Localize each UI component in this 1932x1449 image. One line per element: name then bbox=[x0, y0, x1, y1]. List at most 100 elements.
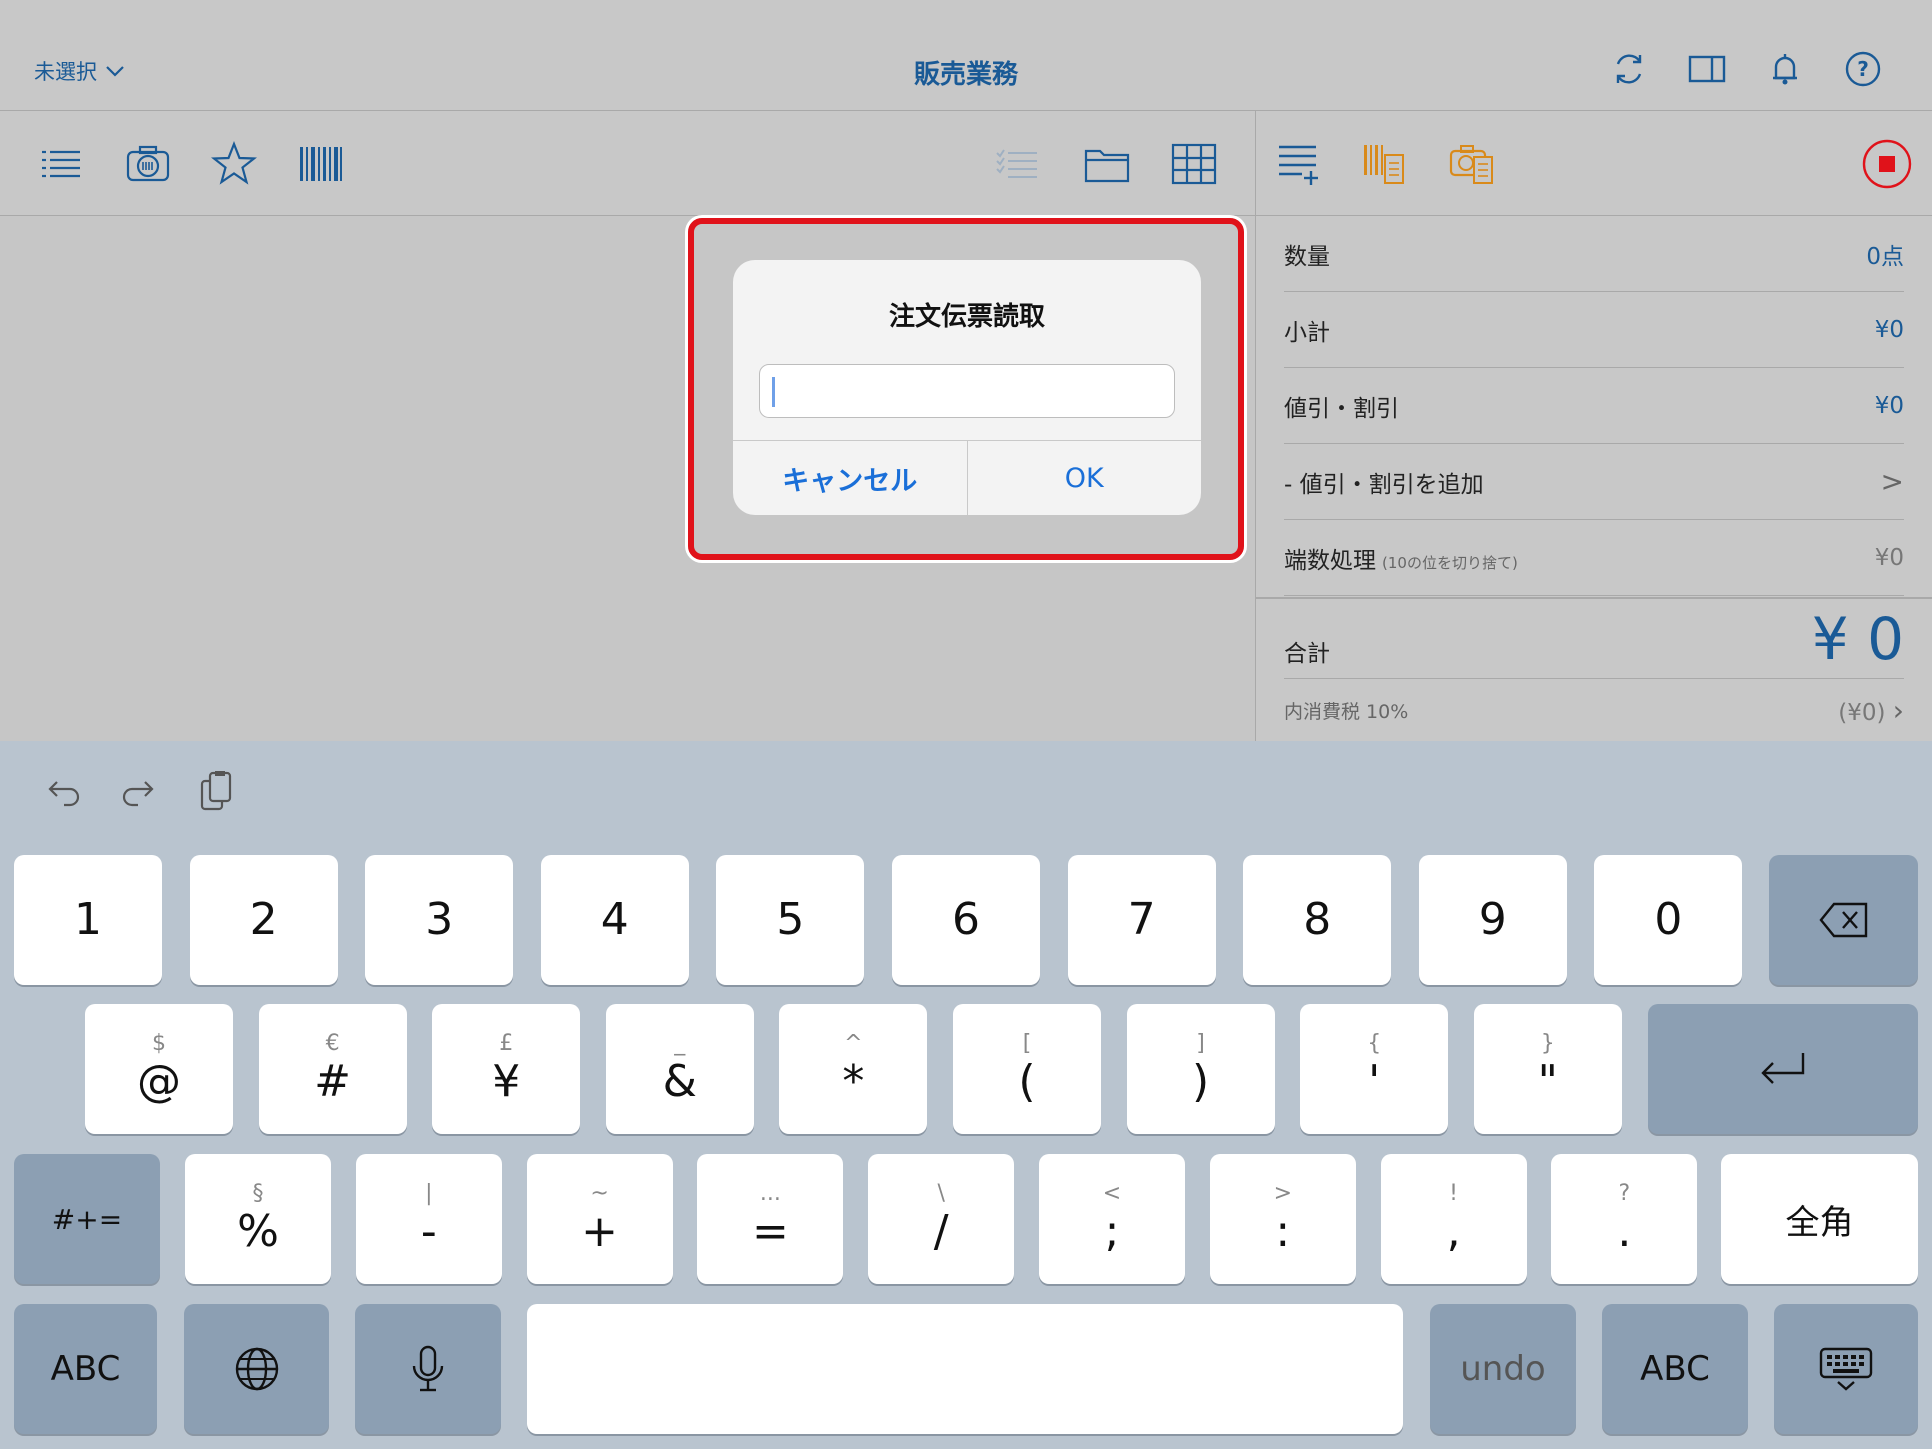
symbol-row2-key-8[interactable]: } " bbox=[1473, 1004, 1622, 1134]
return-icon bbox=[1761, 1053, 1805, 1084]
undo-icon[interactable] bbox=[40, 769, 84, 813]
symbol-row3-key-8[interactable]: ?. bbox=[1551, 1154, 1698, 1284]
symbol-row3-key-2[interactable]: ~ + bbox=[526, 1154, 673, 1284]
symbol-row3-key-1[interactable]: | - bbox=[355, 1154, 502, 1284]
subtotal-row: 小計 ¥0 bbox=[1284, 292, 1904, 368]
symbol-row2-key-2[interactable]: £ ¥ bbox=[432, 1004, 581, 1134]
grid-icon[interactable] bbox=[1171, 141, 1217, 187]
quantity-value: 0点 bbox=[1866, 243, 1904, 270]
symbol-row2-key-0[interactable]: $ @ bbox=[85, 1004, 233, 1134]
microphone-key[interactable] bbox=[355, 1304, 501, 1434]
undo-label: undo bbox=[1460, 1349, 1546, 1389]
key-label: 5 bbox=[776, 894, 805, 945]
symbol-row3-key-6[interactable]: >: bbox=[1209, 1154, 1356, 1284]
backspace-icon bbox=[1818, 902, 1867, 938]
symbol-row2-key-7[interactable]: {' bbox=[1300, 1004, 1449, 1134]
redo-icon[interactable] bbox=[118, 769, 162, 813]
symbol-row2-key-6[interactable]: ]) bbox=[1126, 1004, 1275, 1134]
key-3[interactable]: 3 bbox=[365, 855, 514, 985]
backspace-key[interactable] bbox=[1769, 855, 1918, 985]
star-icon[interactable] bbox=[211, 141, 257, 187]
camera-icon[interactable] bbox=[125, 141, 171, 187]
symbol-row2-key-5[interactable]: [( bbox=[953, 1004, 1101, 1134]
symbol-row3-key-4[interactable]: \ / bbox=[868, 1154, 1015, 1284]
key-9[interactable]: 9 bbox=[1418, 855, 1567, 985]
add-list-icon[interactable] bbox=[1276, 141, 1322, 187]
key-label: 3 bbox=[425, 894, 454, 945]
key-alt-label: | bbox=[425, 1181, 433, 1206]
key-0[interactable]: 0 bbox=[1594, 855, 1743, 985]
return-key[interactable] bbox=[1648, 1004, 1918, 1134]
bell-icon[interactable] bbox=[1766, 50, 1804, 88]
key-main-label: . bbox=[1617, 1206, 1632, 1257]
subtotal-value: ¥0 bbox=[1874, 316, 1904, 343]
rounding-value: ¥0 bbox=[1874, 544, 1904, 571]
key-6[interactable]: 6 bbox=[892, 855, 1040, 985]
add-discount-row[interactable]: - 値引・割引を追加 > bbox=[1284, 444, 1904, 520]
svg-text:?: ? bbox=[1857, 57, 1869, 81]
paste-icon[interactable] bbox=[196, 769, 240, 813]
key-label: 6 bbox=[952, 894, 980, 945]
symbol-row2-key-4[interactable]: ^ * bbox=[779, 1004, 928, 1134]
key-alt-label: [ bbox=[1022, 1031, 1032, 1056]
symbols-key[interactable]: #+= bbox=[14, 1154, 160, 1284]
help-icon[interactable]: ? bbox=[1844, 50, 1882, 88]
abc-key-left[interactable]: ABC bbox=[14, 1304, 157, 1434]
symbol-row3-key-7[interactable]: !, bbox=[1380, 1154, 1527, 1284]
key-main-label: ; bbox=[1104, 1206, 1120, 1257]
abc-key-right[interactable]: ABC bbox=[1602, 1304, 1748, 1434]
tax-value: (¥0) bbox=[1838, 699, 1886, 726]
globe-key[interactable] bbox=[184, 1304, 329, 1434]
key-alt-label: { bbox=[1367, 1031, 1382, 1056]
navigation-bar: 未選択 販売業務 ? bbox=[0, 0, 1932, 111]
abc-left-label: ABC bbox=[50, 1349, 121, 1389]
key-main-label: - bbox=[420, 1206, 437, 1257]
key-alt-label: ] bbox=[1196, 1031, 1205, 1056]
key-main-label: ' bbox=[1368, 1056, 1381, 1107]
order-slip-dialog: 注文伝票読取 キャンセル OK bbox=[733, 260, 1201, 515]
barcode-icon[interactable] bbox=[298, 141, 344, 187]
key-main-label: & bbox=[662, 1056, 697, 1107]
cancel-button[interactable]: キャンセル bbox=[733, 441, 968, 515]
key-alt-label: £ bbox=[499, 1031, 514, 1056]
symbol-row3-key-0[interactable]: §% bbox=[185, 1154, 331, 1284]
key-label: 8 bbox=[1303, 894, 1332, 945]
folder-icon[interactable] bbox=[1084, 141, 1130, 187]
symbol-row2-key-3[interactable]: _ & bbox=[605, 1004, 754, 1134]
microphone-icon bbox=[412, 1345, 444, 1392]
symbol-row3-key-5[interactable]: <; bbox=[1039, 1154, 1185, 1284]
dismiss-keyboard-key[interactable] bbox=[1774, 1304, 1918, 1434]
zenkaku-key[interactable]: 全角 bbox=[1721, 1154, 1918, 1284]
key-2[interactable]: 2 bbox=[189, 855, 338, 985]
subtotal-label: 小計 bbox=[1284, 319, 1330, 346]
order-slip-input[interactable] bbox=[759, 364, 1175, 418]
key-main-label: ( bbox=[1018, 1056, 1036, 1107]
key-5[interactable]: 5 bbox=[716, 855, 865, 985]
list-icon[interactable] bbox=[38, 141, 84, 187]
undo-key[interactable]: undo bbox=[1430, 1304, 1576, 1434]
tax-row[interactable]: 内消費税 10% (¥0) › bbox=[1284, 679, 1904, 741]
quantity-row: 数量 0点 bbox=[1284, 216, 1904, 292]
key-7[interactable]: 7 bbox=[1067, 855, 1216, 985]
symbol-row3-key-3[interactable]: ... = bbox=[697, 1154, 844, 1284]
checklist-icon[interactable] bbox=[994, 141, 1040, 187]
key-main-label: ) bbox=[1192, 1056, 1210, 1107]
stop-icon[interactable] bbox=[1862, 139, 1912, 189]
symbol-row2-key-1[interactable]: € # bbox=[258, 1004, 407, 1134]
key-main-label: = bbox=[751, 1206, 789, 1257]
ok-button[interactable]: OK bbox=[968, 441, 1202, 515]
key-alt-label: ^ bbox=[844, 1031, 863, 1056]
key-alt-label: ! bbox=[1449, 1181, 1458, 1206]
space-key[interactable] bbox=[527, 1304, 1403, 1434]
split-view-icon[interactable] bbox=[1688, 50, 1726, 88]
key-alt-label: \ bbox=[937, 1181, 945, 1206]
key-4[interactable]: 4 bbox=[540, 855, 689, 985]
barcode-receipt-icon[interactable] bbox=[1362, 141, 1408, 187]
key-label: 4 bbox=[600, 894, 629, 945]
key-1[interactable]: 1 bbox=[14, 855, 162, 985]
refresh-icon[interactable] bbox=[1610, 50, 1648, 88]
key-8[interactable]: 8 bbox=[1243, 855, 1392, 985]
camera-receipt-icon[interactable] bbox=[1449, 141, 1495, 187]
key-alt-label: $ bbox=[152, 1031, 166, 1056]
chevron-right-icon: > bbox=[1880, 465, 1904, 498]
